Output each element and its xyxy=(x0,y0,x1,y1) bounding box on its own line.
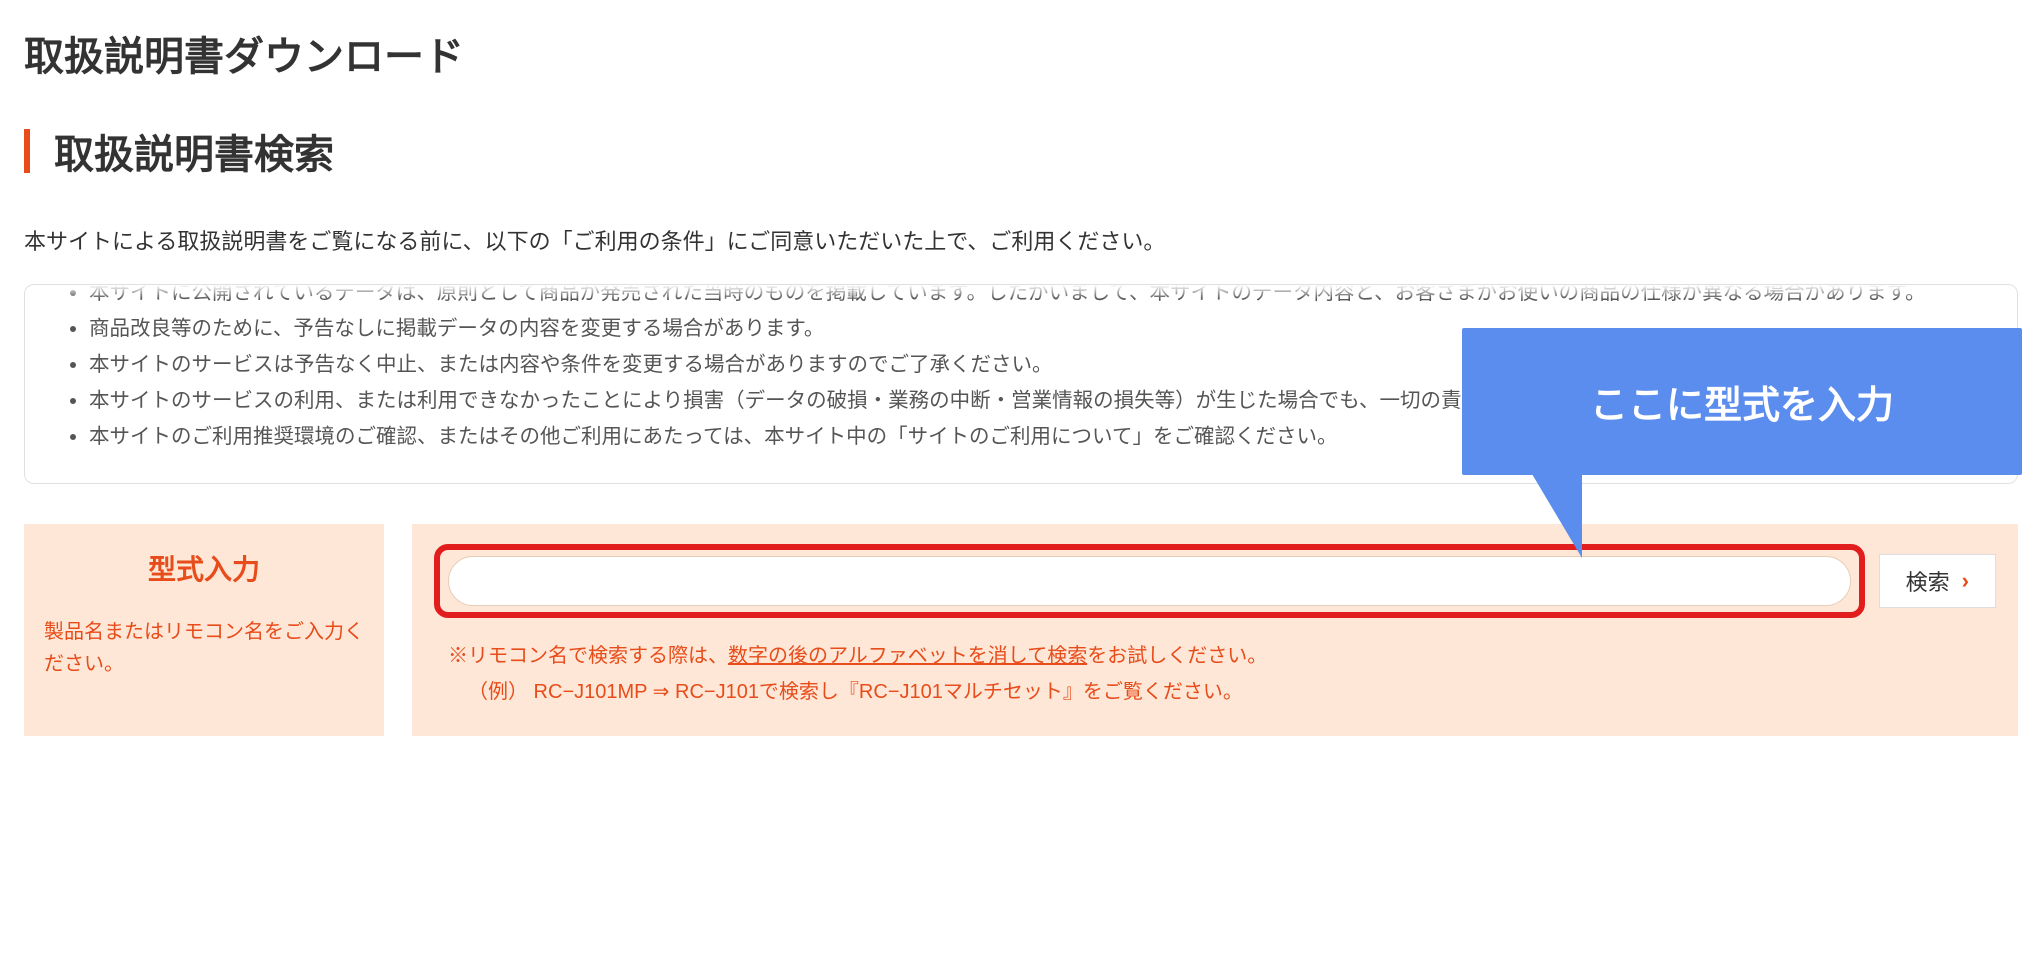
search-hint: ※リモコン名で検索する際は、数字の後のアルファベットを消して検索をお試しください… xyxy=(448,638,1996,710)
search-row: 型式入力 製品名またはリモコン名をご入力ください。 ここに型式を入力 検索 › … xyxy=(24,524,2018,736)
search-button-label: 検索 xyxy=(1906,565,1950,597)
hint-prefix: ※リモコン名で検索する際は、 xyxy=(448,645,728,667)
conditions-list: 本サイトに公開されているデータは、原則として商品が発売された当時のものを掲載して… xyxy=(61,284,1981,454)
label-sub: 製品名またはリモコン名をご入力ください。 xyxy=(44,616,364,680)
section-header: 取扱説明書検索 xyxy=(24,122,2018,180)
input-panel: ここに型式を入力 検索 › ※リモコン名で検索する際は、数字の後のアルファベット… xyxy=(412,524,2018,736)
hint-example: （例） RC−J101MP ⇒ RC−J101で検索し『RC−J101マルチセッ… xyxy=(448,674,1996,710)
fade-top xyxy=(25,285,2017,299)
section-title: 取扱説明書検索 xyxy=(54,122,334,180)
page-title: 取扱説明書ダウンロード xyxy=(24,24,2018,82)
label-title: 型式入力 xyxy=(44,548,364,588)
chevron-right-icon: › xyxy=(1962,568,1969,594)
search-button[interactable]: 検索 › xyxy=(1879,554,1996,608)
input-area: 検索 › xyxy=(434,544,1996,618)
intro-text: 本サイトによる取扱説明書をご覧になる前に、以下の「ご利用の条件」にご同意いただい… xyxy=(24,224,2018,256)
hint-underline: 数字の後のアルファベットを消して検索 xyxy=(728,645,1087,667)
fade-bottom xyxy=(25,465,2017,483)
label-panel: 型式入力 製品名またはリモコン名をご入力ください。 xyxy=(24,524,384,736)
accent-bar xyxy=(24,129,30,173)
conditions-box[interactable]: 本サイトに公開されているデータは、原則として商品が発売された当時のものを掲載して… xyxy=(24,284,2018,484)
condition-item: 本サイトのサービスは予告なく中止、または内容や条件を変更する場合がありますのでご… xyxy=(89,347,1981,383)
condition-item: 本サイトのサービスの利用、または利用できなかったことにより損害（データの破損・業… xyxy=(89,383,1981,419)
condition-item: 商品改良等のために、予告なしに掲載データの内容を変更する場合があります。 xyxy=(89,311,1981,347)
input-highlight-frame xyxy=(434,544,1865,618)
hint-suffix: をお試しください。 xyxy=(1087,645,1267,667)
model-input[interactable] xyxy=(448,556,1851,606)
condition-item: 本サイトのご利用推奨環境のご確認、またはその他ご利用にあたっては、本サイト中の「… xyxy=(89,419,1981,455)
